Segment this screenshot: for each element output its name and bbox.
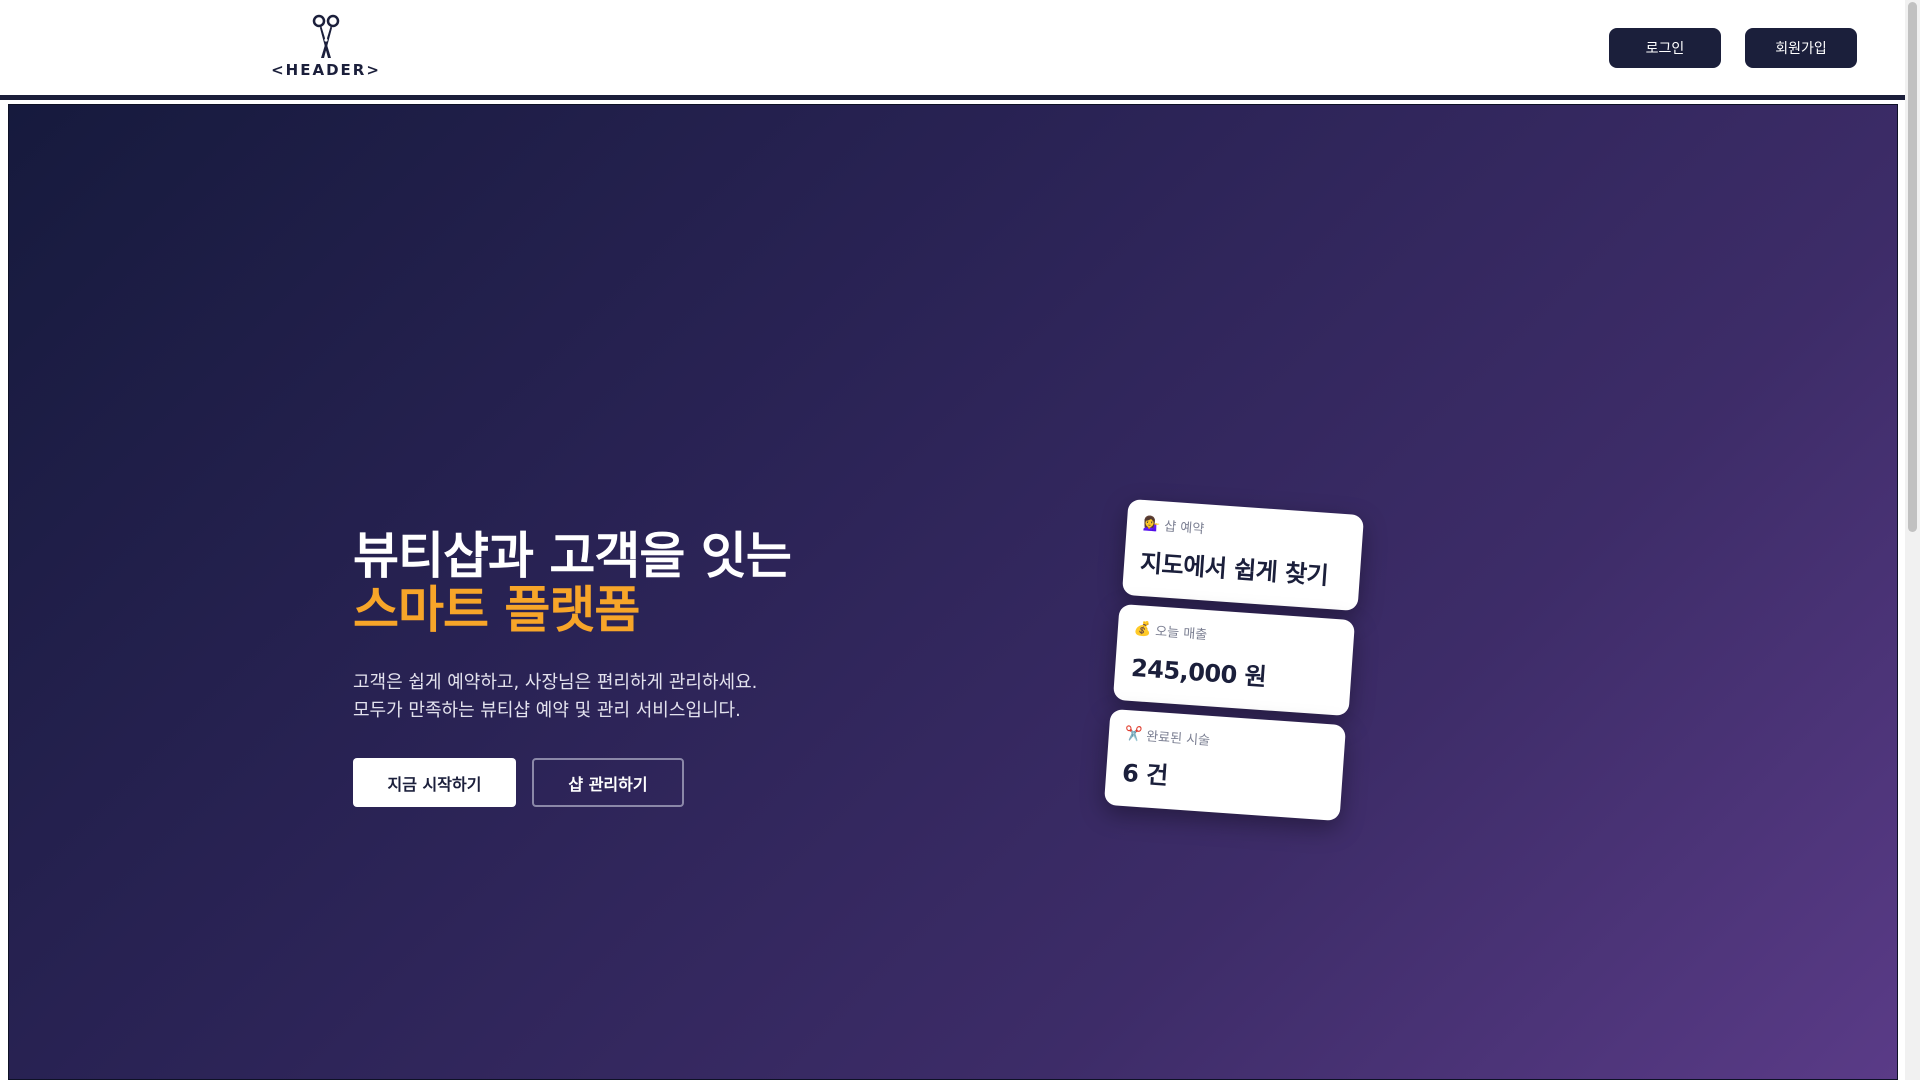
scrollbar-thumb[interactable] [1908,2,1917,532]
hero-description-line2: 모두가 만족하는 뷰티샵 예약 및 관리 서비스입니다. [353,700,741,721]
page-scrollbar[interactable] [1905,0,1920,1080]
signup-button[interactable]: 회원가입 [1745,28,1857,68]
stat-card-value: 245,000 원 [1130,653,1268,692]
hero-title-line1: 뷰티샵과 고객을 잇는 [353,527,792,585]
hero-content: 뷰티샵과 고객을 잇는 스마트 플랫폼 고객은 쉽게 예약하고, 사장님은 편리… [353,527,792,807]
person-tipping-hand-icon: 💁‍♀️ [1142,515,1161,533]
stat-card-label: 샵 예약 [1163,519,1205,538]
header-divider [0,95,1905,100]
hero-title: 뷰티샵과 고객을 잇는 스마트 플랫폼 [353,527,792,639]
hero-section: 뷰티샵과 고객을 잇는 스마트 플랫폼 고객은 쉽게 예약하고, 사장님은 편리… [8,104,1898,1080]
page: <HEADER> 로그인 회원가입 뷰티샵과 고객을 잇는 스마트 플랫폼 고객… [0,0,1920,1080]
hero-actions: 지금 시작하기 샵 관리하기 [353,758,791,807]
get-started-button[interactable]: 지금 시작하기 [353,758,516,807]
logo[interactable]: <HEADER> [271,14,379,80]
stat-card-value: 6 건 [1121,758,1169,790]
stat-card-sales: 💰 오늘 매출 245,000 원 [1112,603,1356,717]
hero-description-line1: 고객은 쉽게 예약하고, 사장님은 편리하게 관리하세요. [353,672,758,693]
logo-text: <HEADER> [271,61,381,79]
stat-card-value: 지도에서 쉽게 찾기 [1139,548,1330,590]
manage-shop-button[interactable]: 샵 관리하기 [532,758,684,807]
hero-title-highlight: 스마트 플랫폼 [353,581,640,639]
stat-card-completed: ✂️ 완료된 시술 6 건 [1103,708,1347,822]
site-header: <HEADER> 로그인 회원가입 [0,0,1905,96]
hero-description: 고객은 쉽게 예약하고, 사장님은 편리하게 관리하세요. 모두가 만족하는 뷰… [353,669,791,725]
stat-card-label: 오늘 매출 [1154,624,1208,644]
login-button[interactable]: 로그인 [1609,28,1721,68]
money-bag-icon: 💰 [1133,620,1152,638]
scissors-logo-icon [312,14,340,58]
stat-card-label: 완료된 시술 [1145,729,1211,749]
scissors-icon: ✂️ [1124,725,1143,743]
stat-card-reservation: 💁‍♀️ 샵 예약 지도에서 쉽게 찾기 [1121,498,1365,612]
